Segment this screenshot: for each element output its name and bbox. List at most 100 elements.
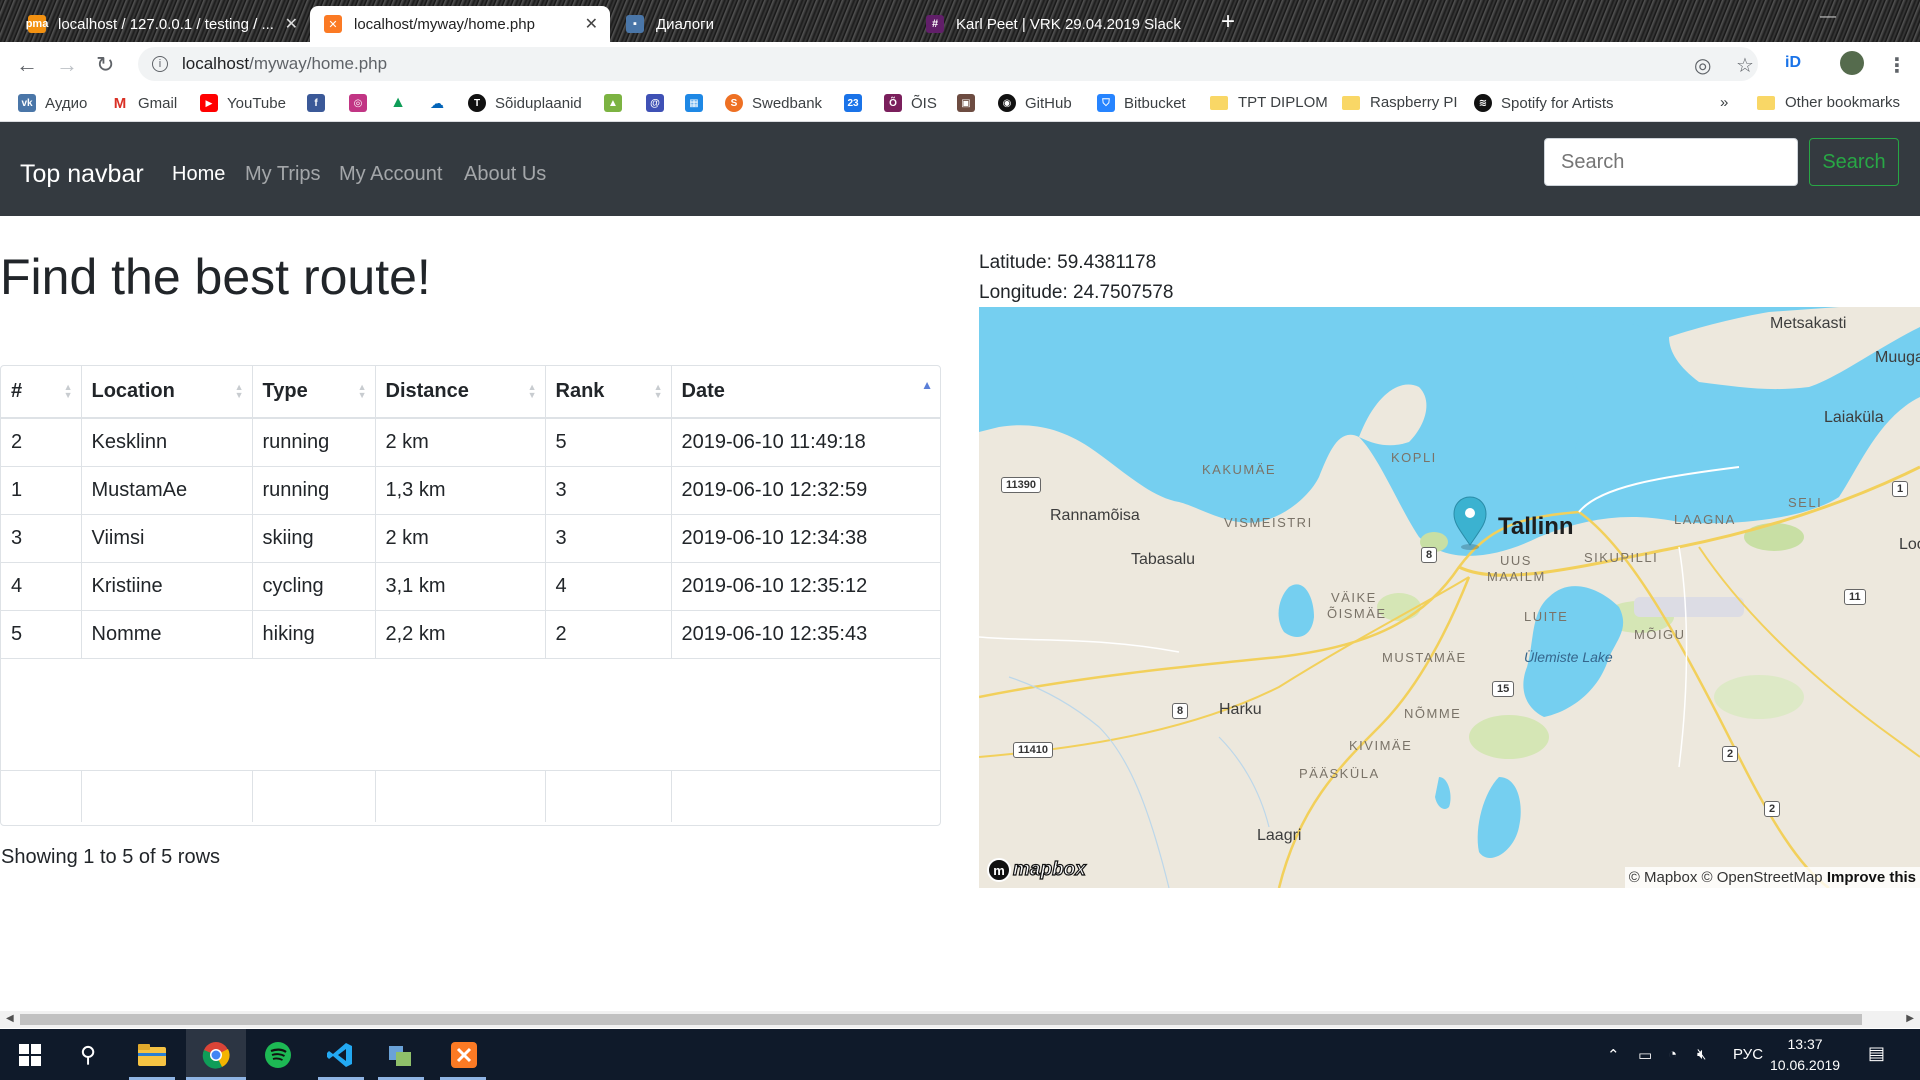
bookmark-extra-1[interactable]: ▲ — [604, 94, 631, 112]
browser-tab-strip: pma localhost / 127.0.0.1 / testing / ..… — [0, 0, 1920, 42]
map-label: Muuga — [1875, 349, 1920, 366]
close-icon[interactable]: ✕ — [285, 14, 298, 34]
bookmark-swedbank[interactable]: S Swedbank — [725, 94, 822, 112]
volume-muted-icon[interactable]: 🔇︎ — [1697, 1046, 1706, 1063]
column-header-rank[interactable]: Rank ▲ ▼ — [545, 366, 672, 419]
bookmark-ois[interactable]: Õ ÕIS — [884, 94, 937, 112]
map-label: SIKUPILLI — [1584, 550, 1659, 565]
location-icon[interactable]: ◎ — [1694, 53, 1711, 78]
gmail-icon: M — [111, 94, 129, 112]
bookmark-soiduplaanid[interactable]: T Sõiduplaanid — [468, 94, 582, 112]
input-language[interactable]: РУС — [1733, 1046, 1763, 1063]
bookmark-instagram[interactable]: ◎ — [349, 94, 376, 112]
table-row[interactable]: 2 Kesklinn running 2 km 5 2019-06-10 11:… — [1, 418, 940, 467]
url-host: localhost — [182, 54, 250, 73]
table-header-row: # ▲ ▼ Location ▲ ▼ Type ▲ ▼ Distance ▲ ▼ Rank ▲ ▼ … — [1, 366, 940, 419]
sort-icon: ▲ ▼ — [63, 382, 73, 400]
park — [1744, 523, 1804, 551]
map-city-label: Tallinn — [1498, 513, 1574, 540]
minimize-icon[interactable]: — — [1820, 8, 1836, 26]
scrollbar-thumb[interactable] — [20, 1014, 1862, 1025]
horizontal-scrollbar[interactable]: ◀ ▶ — [0, 1011, 1920, 1028]
tab-dialogs[interactable]: ▪ Диалоги — [612, 6, 912, 42]
scroll-left-icon[interactable]: ◀ — [6, 1013, 14, 1024]
bookmark-drive[interactable]: ▲ — [389, 94, 416, 112]
nav-home[interactable]: Home — [172, 163, 225, 186]
mapbox-logo[interactable]: m mapbox — [987, 858, 1086, 882]
tab-title: Karl Peet | VRK 29.04.2019 Slack — [956, 15, 1181, 33]
bookmark-other[interactable]: Other bookmarks — [1757, 94, 1900, 111]
search-icon[interactable]: ⚲ — [70, 1037, 106, 1073]
tab-home-php[interactable]: ✕ localhost/myway/home.php ✕ — [310, 6, 610, 42]
sort-asc-icon: ▲ — [921, 378, 933, 392]
column-header-location[interactable]: Location ▲ ▼ — [81, 366, 253, 419]
bookmark-spotify-artists[interactable]: ≋ Spotify for Artists — [1474, 94, 1614, 112]
menu-kebab-icon[interactable]: ⋮ — [1887, 53, 1907, 78]
bookmark-calendar[interactable]: 23 — [844, 94, 871, 112]
column-header-type[interactable]: Type ▲ ▼ — [252, 366, 376, 419]
column-header-date[interactable]: Date ▲ — [671, 366, 940, 419]
bookmark-tpt-diplom[interactable]: TPT DIPLOM — [1210, 94, 1328, 111]
battery-icon[interactable]: ▭ — [1638, 1046, 1652, 1064]
map-label: Laiaküla — [1824, 409, 1884, 426]
tab-phpmyadmin[interactable]: pma localhost / 127.0.0.1 / testing / ..… — [14, 6, 310, 42]
bookmark-star-icon[interactable]: ☆ — [1736, 53, 1754, 78]
wifi-icon[interactable]: ◔ — [1668, 1046, 1677, 1063]
table-empty-area — [1, 658, 940, 771]
table-row[interactable]: 5 Nomme hiking 2,2 km 2 2019-06-10 12:35… — [1, 610, 940, 659]
bookmark-facebook[interactable]: f — [307, 94, 334, 112]
reload-icon[interactable]: ↻ — [96, 52, 114, 78]
table-row[interactable]: 4 Kristiine cycling 3,1 km 4 2019-06-10 … — [1, 562, 940, 611]
table-row[interactable]: 3 Viimsi skiing 2 km 3 2019-06-10 12:34:… — [1, 514, 940, 563]
nav-about-us[interactable]: About Us — [464, 163, 546, 186]
column-header-id[interactable]: # ▲ ▼ — [1, 366, 82, 419]
tray-chevron-icon[interactable]: ⌃ — [1607, 1046, 1620, 1064]
bookmark-youtube[interactable]: ▶ YouTube — [200, 94, 286, 112]
address-bar[interactable]: i localhost/myway/home.php — [138, 47, 1758, 81]
chrome-icon[interactable] — [198, 1037, 234, 1073]
vscode-icon[interactable] — [322, 1037, 358, 1073]
more-bookmarks-icon[interactable]: » — [1720, 94, 1728, 111]
map-label: LAAGNA — [1674, 512, 1736, 527]
site-info-icon[interactable]: i — [152, 56, 168, 72]
map-label: MAAILM — [1487, 569, 1546, 584]
taskbar-clock[interactable]: 13:37 10.06.2019 — [1770, 1034, 1840, 1076]
sort-icon: ▲ ▼ — [527, 382, 537, 400]
bookmark-bitbucket[interactable]: ⛉ Bitbucket — [1097, 94, 1186, 112]
bookmark-onedrive[interactable]: ☁ — [428, 94, 455, 112]
bookmark-audio[interactable]: vk Аудио — [18, 94, 87, 112]
park — [1714, 675, 1804, 719]
nav-my-trips[interactable]: My Trips — [245, 163, 321, 186]
map-attribution[interactable]: © Mapbox © OpenStreetMap Improve this — [1624, 867, 1920, 888]
task-app-icon[interactable] — [382, 1037, 418, 1073]
bookmark-github[interactable]: ◉ GitHub — [998, 94, 1072, 112]
clock-date: 10.06.2019 — [1770, 1057, 1841, 1073]
table-row[interactable]: 1 MustamAe running 1,3 km 3 2019-06-10 1… — [1, 466, 940, 515]
scroll-right-icon[interactable]: ▶ — [1906, 1013, 1914, 1024]
profile-avatar[interactable] — [1840, 51, 1864, 75]
file-explorer-icon[interactable] — [134, 1037, 170, 1073]
search-button[interactable]: Search — [1809, 138, 1899, 186]
forward-icon[interactable]: → — [56, 52, 78, 78]
map-view[interactable]: Metsakasti Muuga Laiaküla KAKUMÄE KOPLI … — [979, 307, 1920, 888]
nav-my-account[interactable]: My Account — [339, 163, 442, 186]
new-tab-icon[interactable]: + — [1221, 8, 1235, 36]
navbar-brand[interactable]: Top navbar — [20, 160, 144, 189]
column-header-distance[interactable]: Distance ▲ ▼ — [375, 366, 546, 419]
spotify-icon[interactable] — [260, 1037, 296, 1073]
notifications-icon[interactable]: ▤ — [1868, 1043, 1885, 1064]
bookmark-extra-2[interactable]: @ — [646, 94, 673, 112]
cell-type: running — [252, 466, 376, 515]
bookmark-extra-3[interactable]: ▦ — [685, 94, 712, 112]
back-icon[interactable]: ← — [16, 52, 38, 78]
improve-map-link[interactable]: Improve this — [1827, 869, 1916, 886]
search-input[interactable] — [1544, 138, 1798, 186]
tab-slack[interactable]: # Karl Peet | VRK 29.04.2019 Slack — [912, 6, 1212, 42]
extension-icon[interactable]: iD — [1785, 54, 1801, 72]
xampp-icon[interactable] — [446, 1037, 482, 1073]
bookmark-gmail[interactable]: M Gmail — [111, 94, 177, 112]
close-icon[interactable]: ✕ — [585, 14, 598, 34]
windows-start-icon[interactable] — [12, 1037, 48, 1073]
bookmark-raspberry-pi[interactable]: Raspberry PI — [1342, 94, 1458, 111]
bookmark-extra-4[interactable]: ▣ — [957, 94, 984, 112]
